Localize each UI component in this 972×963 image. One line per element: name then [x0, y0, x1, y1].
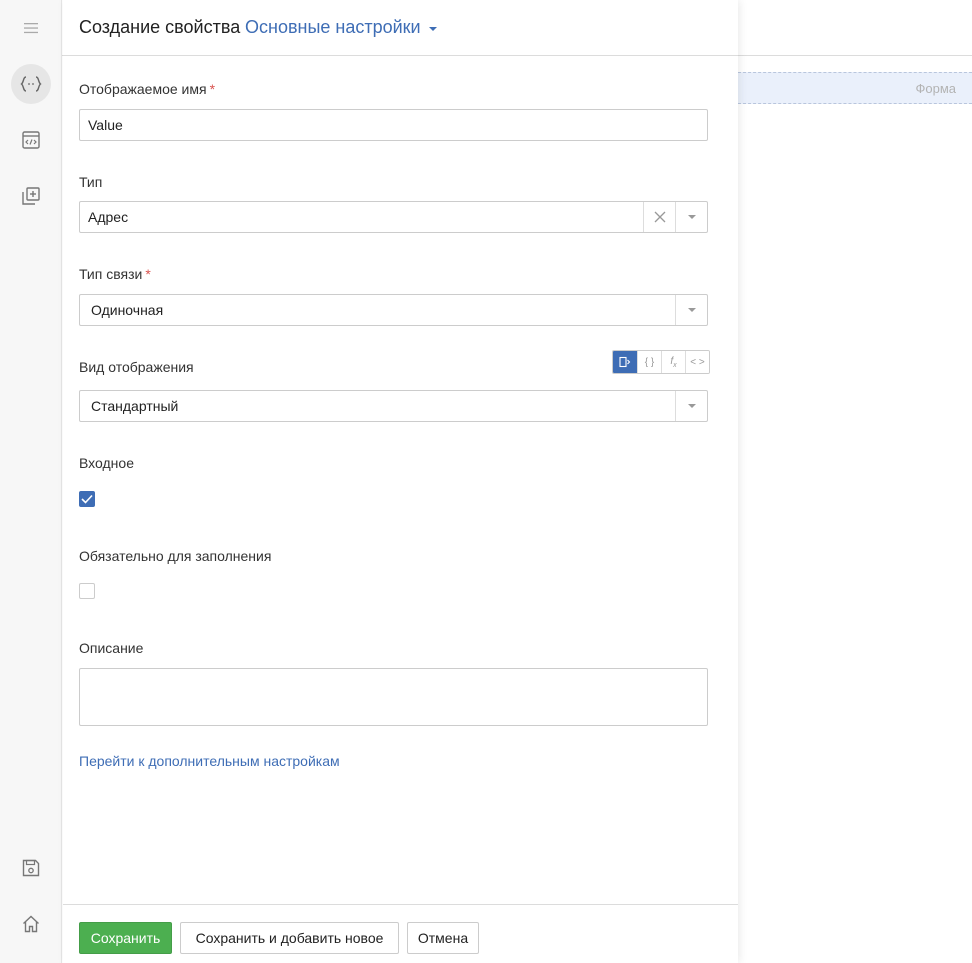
type-select[interactable]: Адрес	[79, 201, 708, 233]
type-label: Тип	[79, 174, 103, 190]
display-name-label: Отображаемое имя *	[79, 81, 216, 97]
save-and-add-button[interactable]: Сохранить и добавить новое	[180, 922, 399, 954]
panel-header: Создание свойства Основные настройки	[63, 0, 738, 56]
close-icon	[654, 211, 665, 223]
clear-button[interactable]	[643, 202, 675, 232]
save-icon	[22, 859, 40, 877]
form-label: Форма	[915, 81, 956, 96]
settings-dropdown[interactable]: Основные настройки	[245, 17, 437, 38]
chevron-down-icon	[687, 308, 696, 312]
curly-braces-icon: { }	[644, 356, 655, 368]
curly-braces-icon	[20, 76, 42, 92]
save-draft-button[interactable]	[11, 848, 51, 888]
link-type-select-value: Одиночная	[91, 302, 164, 318]
hamburger-icon	[24, 23, 38, 34]
input-label: Входное	[79, 455, 134, 471]
settings-dropdown-label: Основные настройки	[245, 17, 421, 37]
display-mode-label: Вид отображения	[79, 359, 194, 375]
mode-list-button[interactable]	[613, 351, 637, 373]
mode-function-button[interactable]: fx	[661, 351, 685, 373]
description-label: Описание	[79, 640, 144, 656]
scripts-button[interactable]	[11, 120, 51, 160]
add-copy-icon	[22, 187, 40, 205]
required-label: Обязательно для заполнения	[79, 548, 272, 564]
list-icon	[619, 356, 631, 368]
mode-variable-button[interactable]: { }	[637, 351, 661, 373]
save-button[interactable]: Сохранить	[79, 922, 172, 954]
code-window-icon	[22, 131, 40, 149]
panel-footer: Сохранить Сохранить и добавить новое Отм…	[63, 904, 738, 963]
display-mode-select-value: Стандартный	[91, 398, 179, 414]
mode-code-button[interactable]: < >	[685, 351, 709, 373]
cancel-button[interactable]: Отмена	[407, 922, 479, 954]
add-page-button[interactable]	[11, 176, 51, 216]
code-icon: < >	[690, 356, 705, 368]
required-marker: *	[145, 266, 151, 282]
required-checkbox[interactable]	[79, 583, 95, 599]
description-textarea[interactable]	[79, 668, 708, 726]
display-name-input[interactable]: Value	[79, 109, 708, 141]
advanced-settings-link[interactable]: Перейти к дополнительным настройкам	[79, 753, 340, 769]
left-sidebar	[0, 0, 62, 963]
home-button[interactable]	[11, 904, 51, 944]
chevron-down-icon	[687, 404, 696, 408]
variables-button[interactable]	[11, 64, 51, 104]
input-checkbox[interactable]	[79, 491, 95, 507]
display-mode-select[interactable]: Стандартный	[79, 390, 708, 422]
link-type-select[interactable]: Одиночная	[79, 294, 708, 326]
check-icon	[81, 494, 93, 504]
panel-title: Создание свойства	[79, 17, 241, 37]
menu-button[interactable]	[11, 8, 51, 48]
value-mode-toggle: { } fx < >	[612, 350, 710, 374]
link-type-label: Тип связи *	[79, 266, 151, 282]
link-type-dropdown-arrow[interactable]	[675, 295, 707, 325]
display-mode-dropdown-arrow[interactable]	[675, 391, 707, 421]
canvas-form-bar[interactable]: Форма	[738, 72, 972, 104]
home-icon	[23, 915, 39, 933]
required-marker: *	[209, 81, 216, 97]
chevron-down-icon	[687, 215, 696, 219]
function-icon: fx	[670, 355, 677, 369]
type-dropdown-arrow[interactable]	[675, 202, 707, 232]
type-select-value: Адрес	[88, 209, 129, 225]
caret-down-icon	[428, 26, 437, 31]
property-panel: Создание свойства Основные настройки Ото…	[63, 0, 738, 963]
